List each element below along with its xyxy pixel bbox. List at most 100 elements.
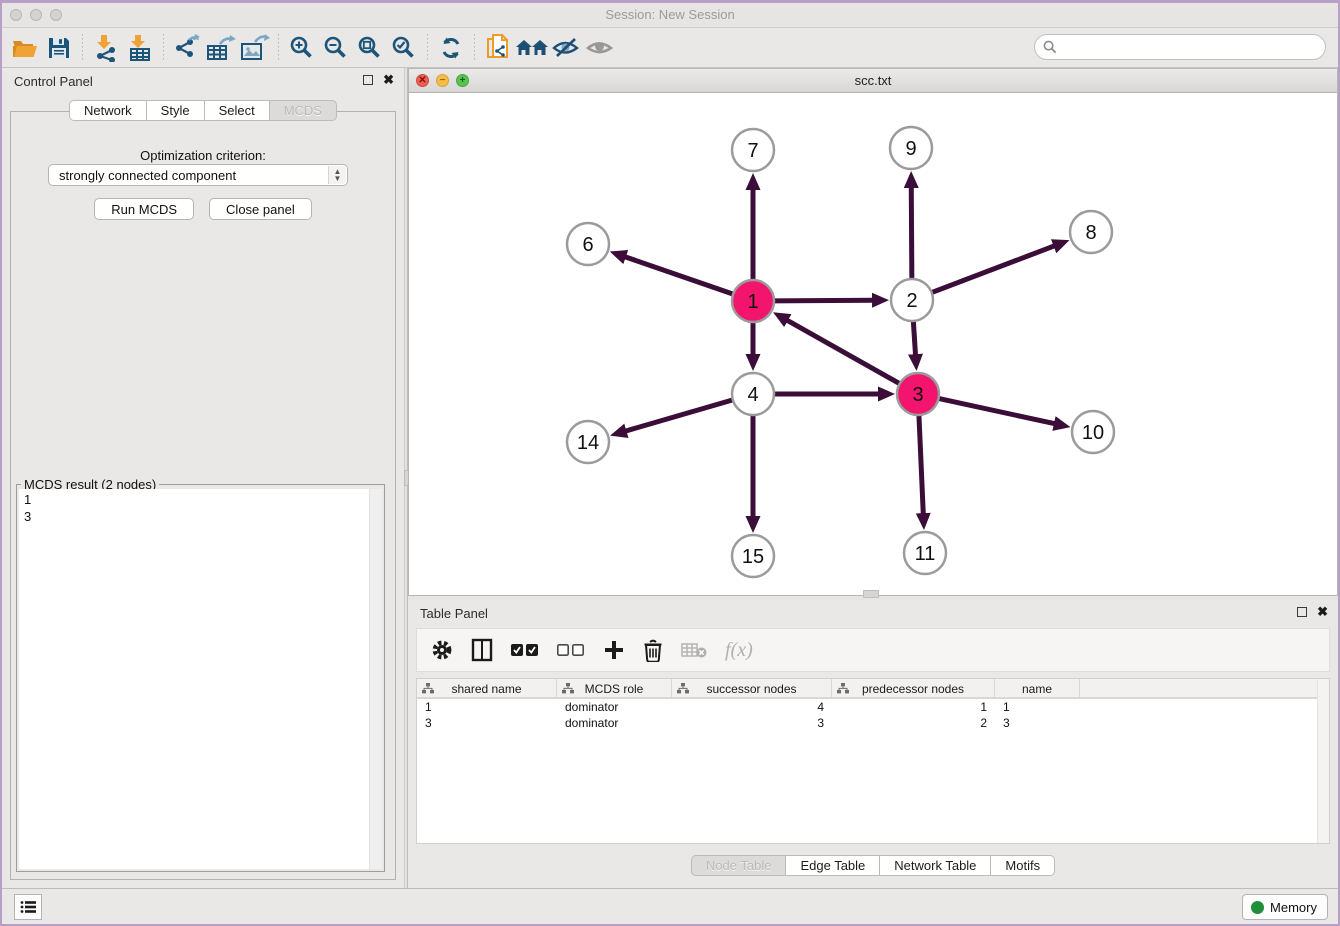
hide-selected-icon[interactable]: [549, 32, 583, 64]
column-header-MCDS-role[interactable]: MCDS role: [557, 679, 672, 699]
mcds-result-item: 3: [19, 508, 382, 525]
control-panel-title: Control Panel: [14, 74, 93, 89]
table-settings-gear-icon[interactable]: [431, 639, 453, 661]
graph-edge-4-14[interactable]: [625, 400, 732, 431]
control-panel-tabs: Network Style Select MCDS: [2, 100, 404, 121]
column-header-name[interactable]: name: [995, 679, 1080, 699]
result-scrollbar[interactable]: [369, 489, 382, 869]
unselect-all-columns-icon[interactable]: [557, 643, 585, 657]
tab-mcds[interactable]: MCDS: [270, 100, 337, 121]
float-panel-icon[interactable]: [1297, 607, 1307, 617]
tab-edge-table[interactable]: Edge Table: [786, 855, 880, 876]
open-file-icon[interactable]: [8, 32, 42, 64]
node-table[interactable]: shared nameMCDS rolesuccessor nodesprede…: [416, 678, 1330, 844]
zoom-out-icon[interactable]: [319, 32, 353, 64]
graph-edge-2-3[interactable]: [913, 321, 915, 355]
status-bar: Memory: [2, 888, 1338, 924]
mcds-result-list[interactable]: 1 3: [19, 489, 382, 869]
home-layout-icon[interactable]: [515, 32, 549, 64]
toolbar-separator: [474, 34, 475, 62]
table-cell: 1: [417, 699, 557, 715]
memory-status-icon: [1251, 901, 1264, 914]
show-columns-icon[interactable]: [471, 638, 493, 662]
column-header-successor-nodes[interactable]: successor nodes: [672, 679, 832, 699]
close-panel-icon[interactable]: ✖: [383, 74, 394, 85]
table-cell: 3: [417, 715, 557, 731]
select-all-columns-icon[interactable]: [511, 643, 539, 657]
tab-network-table[interactable]: Network Table: [880, 855, 991, 876]
tab-node-table[interactable]: Node Table: [691, 855, 787, 876]
column-header-predecessor-nodes[interactable]: predecessor nodes: [832, 679, 995, 699]
table-cell: 4: [672, 699, 832, 715]
graph-node-label: 6: [582, 234, 593, 256]
close-panel-button[interactable]: Close panel: [209, 198, 312, 220]
table-panel-tabs: Node Table Edge Table Network Table Moti…: [408, 855, 1338, 876]
delete-column-trash-icon[interactable]: [643, 639, 663, 662]
list-icon: [20, 900, 36, 914]
network-window-titlebar[interactable]: ✕ − + scc.txt: [409, 69, 1337, 93]
main-toolbar: [2, 28, 1338, 68]
graph-edge-2-9[interactable]: [911, 187, 912, 279]
graph-edge-3-11[interactable]: [919, 415, 923, 514]
task-history-button[interactable]: [14, 894, 42, 920]
graph-node-label: 7: [747, 140, 758, 162]
import-table-icon[interactable]: [123, 32, 157, 64]
mcds-result-group: MCDS result (2 nodes) 1 3: [16, 484, 385, 872]
tab-select[interactable]: Select: [205, 100, 270, 121]
toolbar-separator: [427, 34, 428, 62]
tab-motifs[interactable]: Motifs: [991, 855, 1055, 876]
copy-view-icon[interactable]: [481, 32, 515, 64]
export-table-icon[interactable]: [204, 32, 238, 64]
criterion-value: strongly connected component: [59, 168, 236, 183]
table-cell: 1: [832, 699, 995, 715]
close-panel-icon[interactable]: ✖: [1317, 606, 1328, 617]
graph-edge-2-8[interactable]: [932, 246, 1055, 293]
column-header-shared-name[interactable]: shared name: [417, 679, 557, 699]
save-session-icon[interactable]: [42, 32, 76, 64]
toolbar-separator: [278, 34, 279, 62]
table-cell: 2: [832, 715, 995, 731]
network-window-title: scc.txt: [409, 73, 1337, 88]
tab-network[interactable]: Network: [69, 100, 147, 121]
graph-edge-1-6[interactable]: [625, 257, 733, 294]
float-panel-icon[interactable]: [363, 75, 373, 85]
table-row[interactable]: 3dominator323: [417, 715, 1329, 731]
function-builder-icon: f(x): [725, 639, 753, 662]
import-network-icon[interactable]: [89, 32, 123, 64]
create-column-plus-icon[interactable]: [603, 639, 625, 661]
network-view-window: ✕ − + scc.txt 79681243141015: [408, 68, 1338, 596]
toolbar-separator: [163, 34, 164, 62]
export-image-icon[interactable]: [238, 32, 272, 64]
zoom-selected-icon[interactable]: [387, 32, 421, 64]
search-field[interactable]: [1034, 34, 1326, 60]
graph-edge-3-10[interactable]: [939, 398, 1055, 423]
tab-style[interactable]: Style: [147, 100, 205, 121]
table-scrollbar[interactable]: [1317, 679, 1329, 843]
graph-edge-1-2[interactable]: [774, 300, 873, 301]
run-mcds-button[interactable]: Run MCDS: [94, 198, 194, 220]
criterion-dropdown[interactable]: strongly connected component ▲▼: [48, 164, 348, 186]
graph-node-label: 2: [906, 290, 917, 312]
zoom-fit-icon[interactable]: [353, 32, 387, 64]
network-canvas[interactable]: 7968124314101511: [409, 93, 1337, 595]
memory-button[interactable]: Memory: [1242, 894, 1328, 920]
table-row[interactable]: 1dominator411: [417, 699, 1329, 715]
mcds-tab-content: Optimization criterion: strongly connect…: [10, 111, 396, 880]
show-all-icon[interactable]: [583, 32, 617, 64]
memory-label: Memory: [1270, 900, 1317, 915]
table-cell: dominator: [557, 715, 672, 731]
search-input[interactable]: [1057, 40, 1325, 55]
table-toolbar: f(x): [416, 628, 1330, 672]
zoom-in-icon[interactable]: [285, 32, 319, 64]
graph-node-label: 1: [747, 291, 758, 313]
table-cell: 1: [995, 699, 1080, 715]
toolbar-separator: [82, 34, 83, 62]
dropdown-stepper-icon: ▲▼: [328, 166, 346, 184]
network-canvas-svg: 7968124314101511: [409, 93, 1339, 595]
refresh-icon[interactable]: [434, 32, 468, 64]
application-window: Session: New Session: [0, 0, 1340, 926]
table-cell: 3: [995, 715, 1080, 731]
export-network-icon[interactable]: [170, 32, 204, 64]
splitter-grip[interactable]: [863, 590, 879, 598]
graph-edge-3-1[interactable]: [787, 320, 900, 384]
